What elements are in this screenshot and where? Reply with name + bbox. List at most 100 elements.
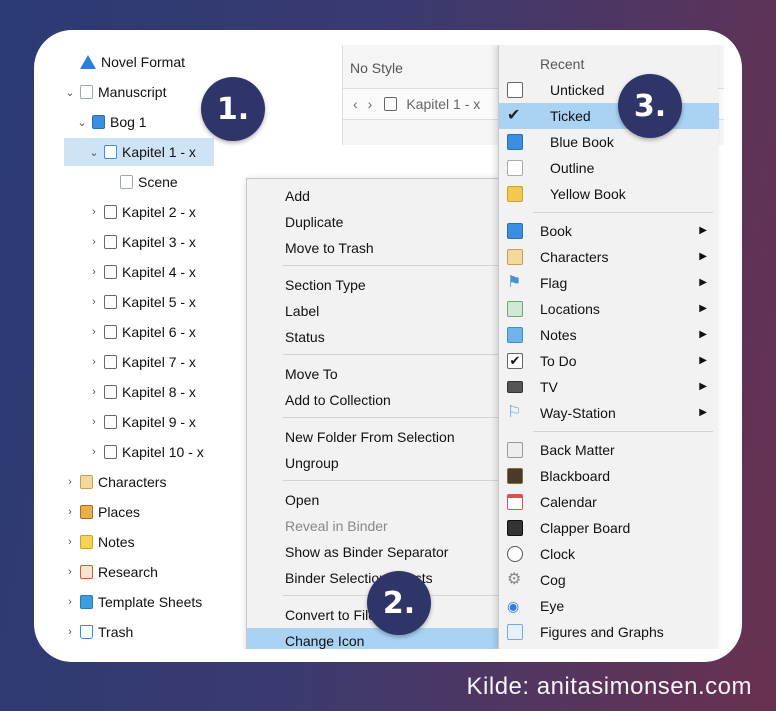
menu-item-show-as-binder-separator[interactable]: Show as Binder Separator — [247, 539, 537, 565]
icon-item-yellow-book[interactable]: Yellow Book — [499, 181, 719, 207]
binder-item-label: Kapitel 3 - x — [122, 234, 196, 250]
menu-item-label[interactable]: Label▶ — [247, 298, 537, 324]
chevron-right-icon[interactable]: › — [88, 326, 100, 338]
chevron-right-icon[interactable]: › — [88, 356, 100, 368]
trash-icon — [80, 625, 93, 639]
menu-item-move-to[interactable]: Move To▶ — [247, 361, 537, 387]
binder-item-label: Manuscript — [98, 84, 167, 100]
step-badge-1: 1. — [201, 77, 265, 141]
yellow-book-icon — [507, 186, 523, 202]
menu-item-open[interactable]: Open▶ — [247, 487, 537, 513]
flag-icon: ⚑ — [507, 274, 522, 291]
back-arrow-icon[interactable]: ‹ — [353, 96, 358, 112]
icon-item-blackboard[interactable]: Blackboard — [499, 463, 719, 489]
submenu-arrow-icon: ▶ — [699, 303, 707, 314]
menu-item-section-type[interactable]: Section Type▶ — [247, 272, 537, 298]
binder-item-label: Scene — [138, 174, 178, 190]
checkbox-icon — [104, 205, 117, 219]
icon-item-eye[interactable]: ◉ Eye — [499, 593, 719, 619]
chevron-right-icon[interactable]: › — [88, 416, 100, 428]
menu-item-ungroup[interactable]: Ungroup — [247, 450, 537, 476]
warning-icon — [80, 55, 96, 69]
submenu-arrow-icon: ▶ — [699, 225, 707, 236]
clock-icon — [507, 546, 523, 562]
menu-item-add-to-collection[interactable]: Add to Collection▶ — [247, 387, 537, 413]
locations-icon — [507, 301, 523, 317]
binder-item-kapitel-1[interactable]: ⌄ Kapitel 1 - x — [64, 138, 214, 166]
icon-item-calendar[interactable]: Calendar — [499, 489, 719, 515]
forward-arrow-icon[interactable]: › — [368, 96, 373, 112]
todo-icon: ✔ — [507, 353, 523, 369]
menu-item-duplicate[interactable]: Duplicate — [247, 209, 537, 235]
icon-category-to-do[interactable]: ✔ To Do ▶ — [499, 348, 719, 374]
menu-item-add[interactable]: Add▶ — [247, 183, 537, 209]
change-icon-submenu: Recent Unticked ✔ Ticked Blue Book Outlin… — [498, 45, 719, 649]
chevron-right-icon[interactable]: › — [88, 206, 100, 218]
icon-category-way-station[interactable]: ⚐ Way-Station ▶ — [499, 400, 719, 426]
icon-category-flag[interactable]: ⚑ Flag ▶ — [499, 270, 719, 296]
submenu-arrow-icon: ▶ — [699, 381, 707, 392]
style-selector[interactable]: No Style — [350, 60, 403, 76]
book-icon — [507, 223, 523, 239]
notes-icon — [507, 327, 523, 343]
icon-item-clock[interactable]: Clock — [499, 541, 719, 567]
chevron-right-icon[interactable]: › — [88, 446, 100, 458]
submenu-arrow-icon: ▶ — [699, 355, 707, 366]
binder-item-novel-format[interactable]: Novel Format — [64, 48, 344, 76]
icon-category-book[interactable]: Book ▶ — [499, 218, 719, 244]
chevron-right-icon[interactable]: › — [64, 506, 76, 518]
chevron-right-icon[interactable]: › — [64, 626, 76, 638]
binder-item-label: Kapitel 7 - x — [122, 354, 196, 370]
template-icon — [80, 595, 93, 609]
screenshot-frame: Novel Format ⌄ Manuscript ⌄ Bog 1 ⌄ Kapi… — [34, 30, 742, 662]
chevron-right-icon[interactable]: › — [64, 536, 76, 548]
eye-icon: ◉ — [507, 598, 520, 614]
step-badge-2: 2. — [367, 571, 431, 635]
icon-item-clapper-board[interactable]: Clapper Board — [499, 515, 719, 541]
blackboard-icon — [507, 468, 523, 484]
binder-item-label: Novel Format — [101, 54, 186, 70]
checkbox-icon — [104, 355, 117, 369]
icon-category-characters[interactable]: Characters ▶ — [499, 244, 719, 270]
chevron-down-icon[interactable]: ⌄ — [76, 116, 88, 129]
book-icon — [104, 145, 117, 159]
chevron-right-icon[interactable]: › — [64, 566, 76, 578]
icon-category-tv[interactable]: TV ▶ — [499, 374, 719, 400]
binder-item-label: Bog 1 — [110, 114, 147, 130]
menu-separator — [283, 480, 533, 481]
menu-item-move-to-trash[interactable]: Move to Trash — [247, 235, 537, 261]
recent-heading: Recent — [540, 56, 585, 72]
source-credit: Kilde: anitasimonsen.com — [466, 673, 752, 700]
chevron-right-icon[interactable]: › — [64, 596, 76, 608]
icon-category-locations[interactable]: Locations ▶ — [499, 296, 719, 322]
chevron-right-icon[interactable]: › — [88, 266, 100, 278]
chevron-right-icon[interactable]: › — [64, 476, 76, 488]
menu-separator — [283, 265, 533, 266]
menu-item-new-folder-from-selection[interactable]: New Folder From Selection — [247, 424, 537, 450]
icon-item-figures-and-graphs[interactable]: Figures and Graphs — [499, 619, 719, 645]
checkbox-icon — [104, 415, 117, 429]
chevron-right-icon[interactable]: › — [88, 296, 100, 308]
icon-item-back-matter[interactable]: Back Matter — [499, 437, 719, 463]
blue-book-icon — [507, 134, 523, 150]
icon-category-notes[interactable]: Notes ▶ — [499, 322, 719, 348]
chevron-right-icon[interactable]: › — [88, 236, 100, 248]
binder-item-label: Characters — [98, 474, 167, 490]
icon-item-blue-book[interactable]: Blue Book — [499, 129, 719, 155]
binder-item-label: Kapitel 6 - x — [122, 324, 196, 340]
menu-separator — [533, 431, 713, 432]
calendar-icon — [507, 494, 523, 510]
icon-item-outline[interactable]: Outline — [499, 155, 719, 181]
icon-item-ticked[interactable]: ✔ Ticked — [499, 103, 719, 129]
places-icon — [80, 505, 93, 519]
breadcrumb[interactable]: Kapitel 1 - x — [406, 96, 480, 112]
icon-item-unticked[interactable]: Unticked — [499, 77, 719, 103]
research-icon — [80, 565, 93, 579]
menu-item-status[interactable]: Status▶ — [247, 324, 537, 350]
back-matter-icon — [507, 442, 523, 458]
chevron-right-icon[interactable]: › — [88, 386, 100, 398]
chevron-down-icon[interactable]: ⌄ — [88, 146, 100, 159]
icon-item-cog[interactable]: ⚙ Cog — [499, 567, 719, 593]
chevron-down-icon[interactable]: ⌄ — [64, 86, 76, 99]
outline-icon — [507, 160, 523, 176]
